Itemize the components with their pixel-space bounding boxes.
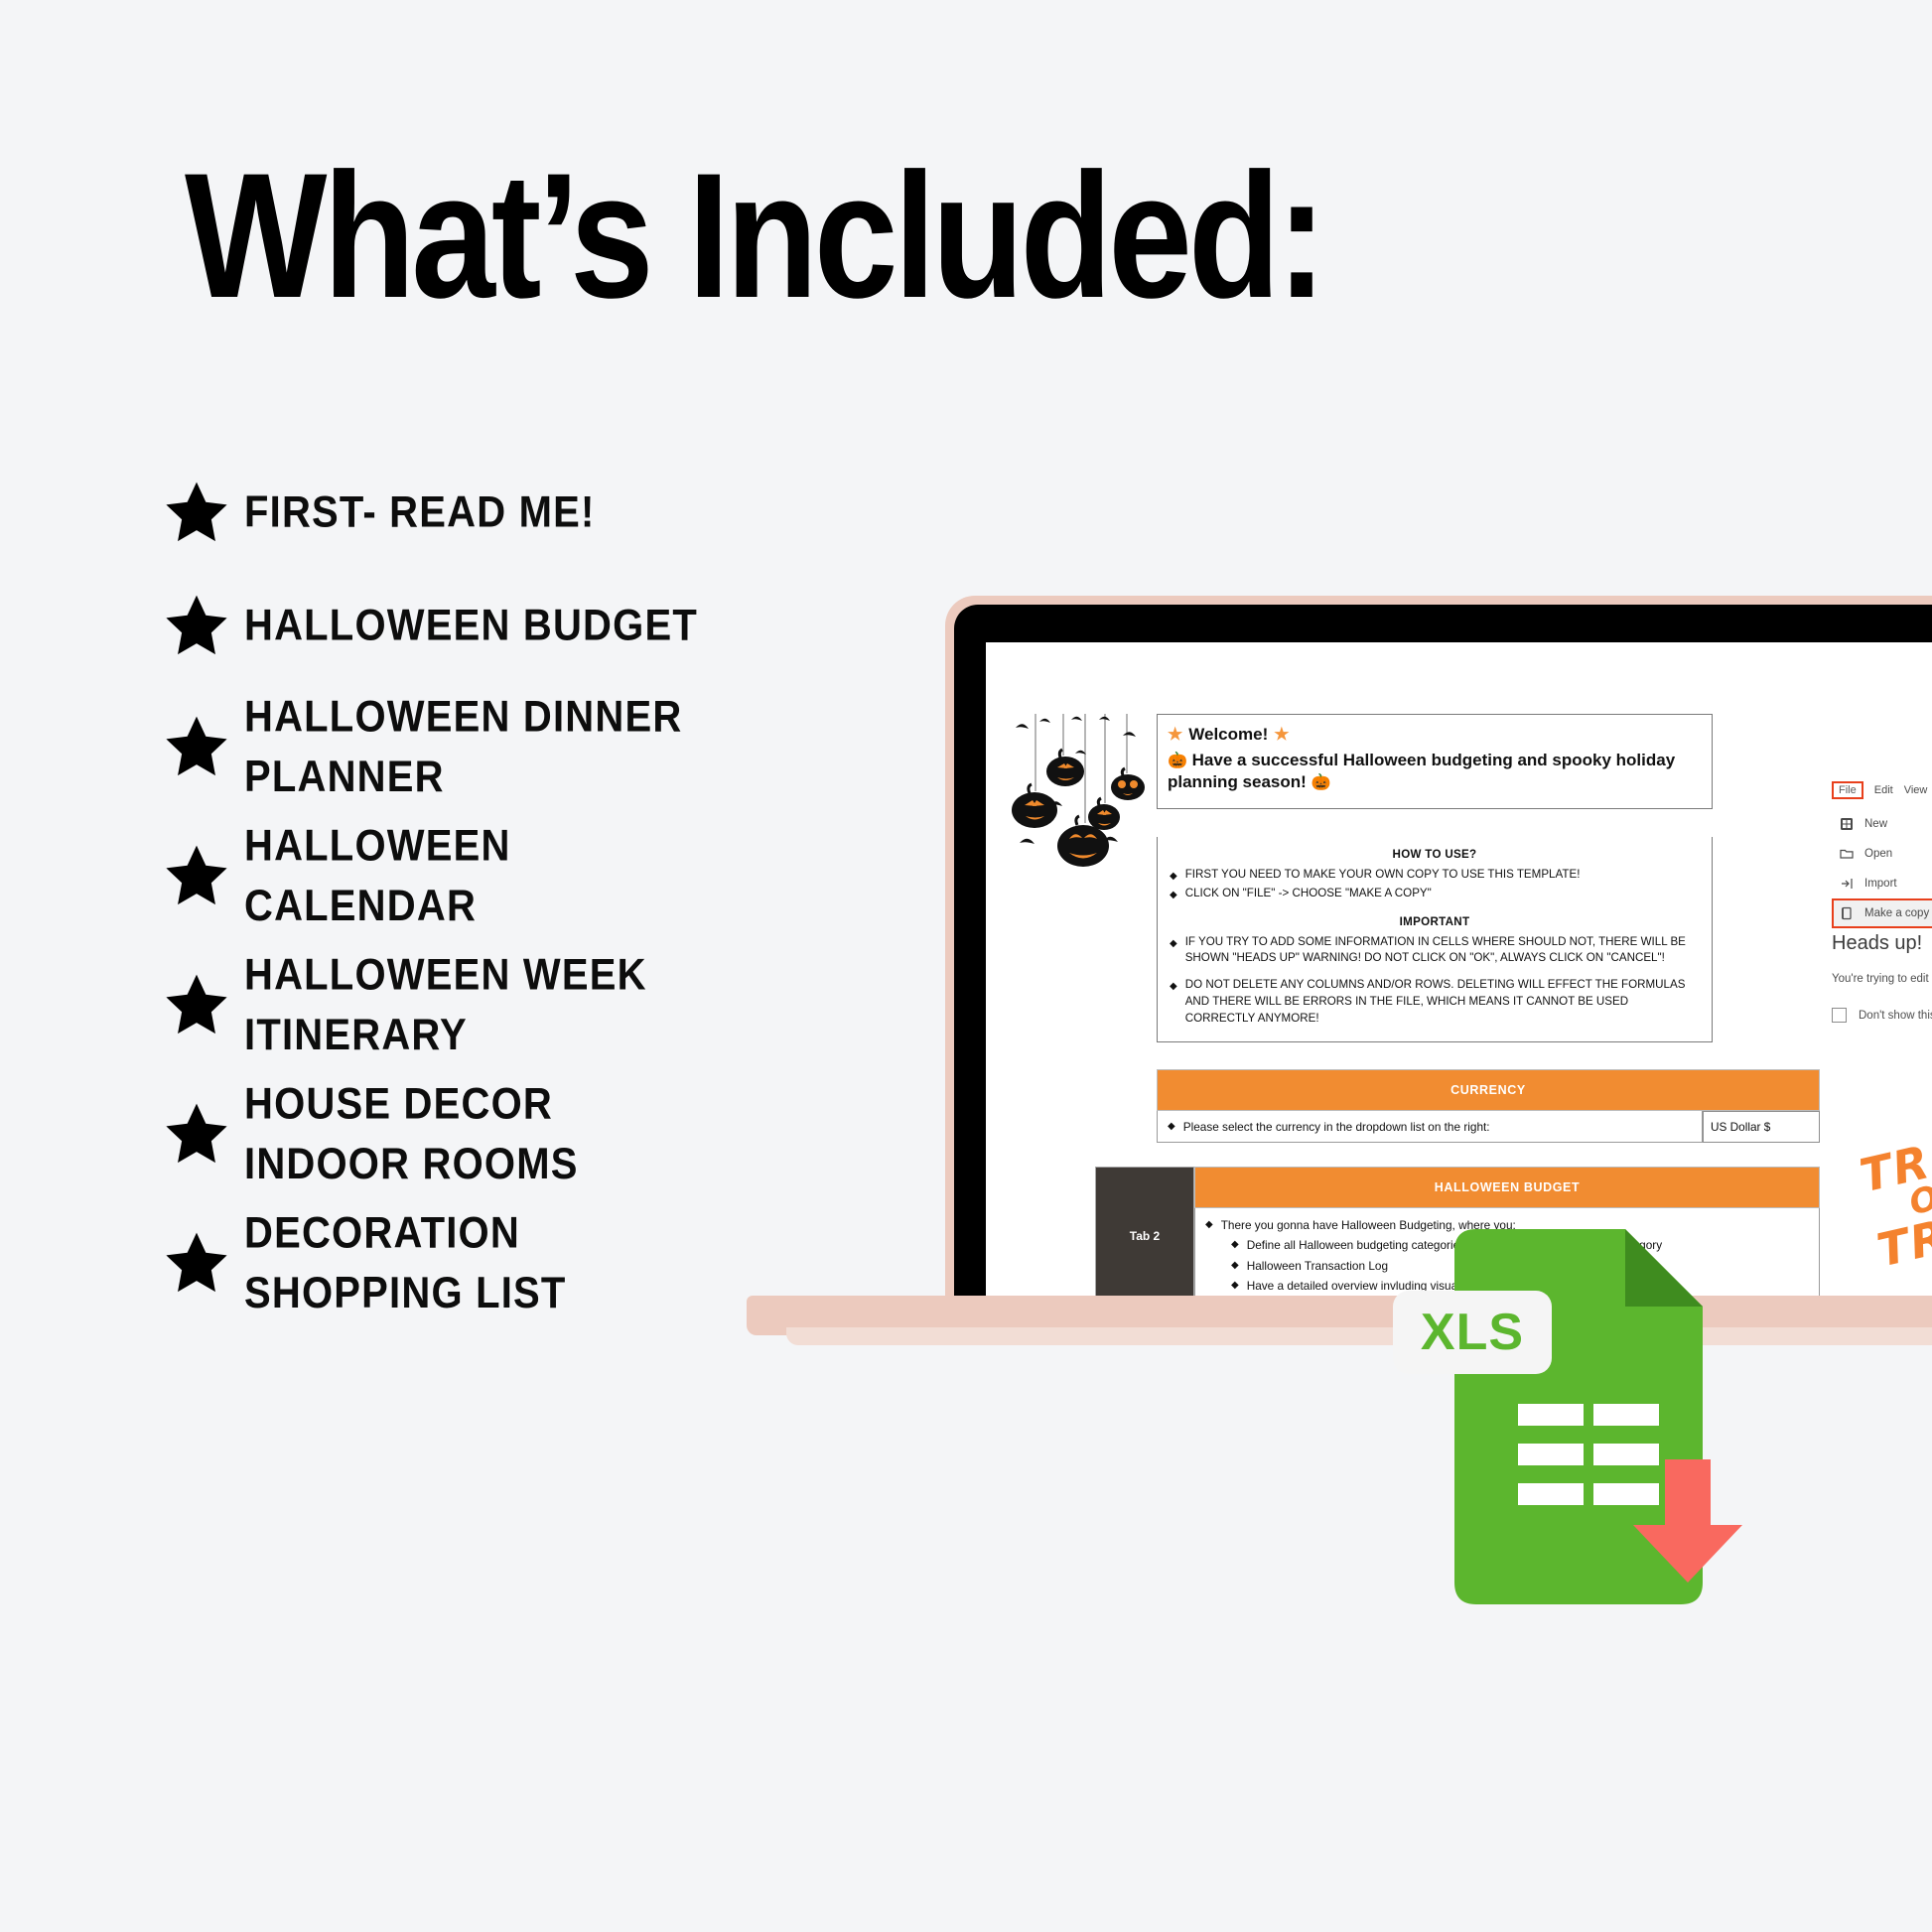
diamond-bullet-icon: ◆	[1170, 870, 1177, 882]
poster-canvas: What’s Included: FIRST- READ ME! HALLOWE…	[0, 0, 1932, 1932]
diamond-bullet-icon: ◆	[1231, 1239, 1239, 1251]
spreadsheet-view: ★ Welcome! ★ 🎃 Have a successful Hallowe…	[986, 642, 1932, 1296]
list-item-label: HOUSE DECOR INDOOR ROOMS	[244, 1079, 579, 1188]
trick-or-treat-graphic: TRICK OR TREAT	[1855, 1114, 1932, 1277]
list-item-label: HALLOWEEN DINNER PLANNER	[244, 692, 683, 801]
menu-item-view[interactable]: View	[1904, 784, 1928, 796]
important-item: DO NOT DELETE ANY COLUMNS AND/OR ROWS. D…	[1184, 978, 1686, 1025]
xls-download-icon: XLS	[1393, 1229, 1772, 1626]
diamond-bullet-icon: ◆	[1168, 1121, 1175, 1132]
hanging-pumpkins-icon	[1006, 714, 1150, 912]
laptop-mockup: ★ Welcome! ★ 🎃 Have a successful Hallowe…	[747, 596, 1932, 1350]
import-icon	[1840, 877, 1854, 891]
star-icon	[149, 712, 244, 781]
list-item-label: HALLOWEEN WEEK ITINERARY	[244, 950, 647, 1059]
menu-option-open[interactable]: Open	[1832, 839, 1932, 869]
currency-dropdown[interactable]: US Dollar $	[1703, 1111, 1820, 1143]
budget-bullet: Halloween Transaction Log	[1246, 1258, 1389, 1273]
pumpkin-icon: 🎃	[1311, 774, 1331, 792]
new-file-icon	[1840, 817, 1854, 831]
star-icon	[149, 591, 244, 660]
list-item: HALLOWEEN CALENDAR	[149, 821, 943, 930]
list-item: HALLOWEEN BUDGET	[149, 580, 943, 671]
diamond-bullet-icon: ◆	[1231, 1259, 1239, 1271]
diamond-bullet-icon: ◆	[1170, 889, 1177, 900]
folder-icon	[1840, 847, 1854, 861]
star-icon	[149, 478, 244, 547]
list-item-label: FIRST- READ ME!	[244, 487, 596, 537]
dialog-body: You're trying to edit part of this sheet…	[1832, 973, 1932, 985]
laptop-lid: ★ Welcome! ★ 🎃 Have a successful Hallowe…	[945, 596, 1932, 1296]
pumpkin-icon: 🎃	[1168, 753, 1187, 769]
menu-option-label: Open	[1864, 848, 1893, 860]
menu-item-edit[interactable]: Edit	[1874, 784, 1893, 796]
list-item: FIRST- READ ME!	[149, 467, 943, 558]
dialog-title: Heads up!	[1832, 932, 1923, 954]
welcome-cell: ★ Welcome! ★ 🎃 Have a successful Hallowe…	[1157, 714, 1713, 809]
star-icon	[149, 841, 244, 910]
star-icon	[149, 1099, 244, 1169]
how-to-item: FIRST YOU NEED TO MAKE YOUR OWN COPY TO …	[1184, 867, 1581, 881]
page-title: What’s Included:	[185, 136, 1326, 336]
currency-block: CURRENCY ◆ Please select the currency in…	[1157, 1069, 1820, 1143]
list-item-label: DECORATION SHOPPING LIST	[244, 1208, 567, 1317]
star-icon: ★	[1168, 725, 1183, 744]
diamond-bullet-icon: ◆	[1170, 937, 1177, 949]
dialog-checkbox[interactable]	[1832, 1008, 1847, 1024]
list-item: HOUSE DECOR INDOOR ROOMS	[149, 1079, 943, 1188]
list-item: HALLOWEEN DINNER PLANNER	[149, 692, 943, 801]
tab-label-2: Tab 2	[1095, 1167, 1194, 1296]
menu-option-label: Import	[1864, 878, 1897, 890]
copy-icon	[1840, 906, 1854, 920]
star-icon	[149, 970, 244, 1039]
list-item-label: HALLOWEEN CALENDAR	[244, 821, 511, 930]
menu-option-label: Make a copy	[1864, 907, 1930, 919]
how-to-use-cell: HOW TO USE? ◆ FIRST YOU NEED TO MAKE YOUR…	[1157, 837, 1713, 1042]
diamond-bullet-icon: ◆	[1205, 1219, 1213, 1230]
menu-option-import[interactable]: Import	[1832, 869, 1932, 898]
feature-list: FIRST- READ ME! HALLOWEEN BUDGET HALLOWE…	[149, 467, 943, 1338]
star-icon	[149, 1228, 244, 1298]
menu-option-make-a-copy[interactable]: Make a copy	[1832, 898, 1932, 928]
xls-badge: XLS	[1393, 1291, 1552, 1374]
diamond-bullet-icon: ◆	[1231, 1279, 1239, 1291]
important-item: IF YOU TRY TO ADD SOME INFORMATION IN CE…	[1184, 934, 1686, 965]
diamond-bullet-icon: ◆	[1170, 981, 1177, 993]
important-heading: IMPORTANT	[1399, 914, 1470, 928]
welcome-message: Have a successful Halloween budgeting an…	[1168, 751, 1676, 792]
menu-option-label: New	[1864, 818, 1888, 830]
menu-item-file[interactable]: File	[1832, 781, 1863, 799]
dialog-checkbox-label: Don't show this again for 5 minute	[1859, 1009, 1932, 1022]
menu-option-new[interactable]: New	[1832, 809, 1932, 839]
currency-header: CURRENCY	[1157, 1069, 1820, 1111]
currency-instruction: Please select the currency in the dropdo…	[1182, 1119, 1490, 1134]
menu-bar: File Edit View Insert Format Da	[1832, 781, 1932, 799]
laptop-bezel: ★ Welcome! ★ 🎃 Have a successful Hallowe…	[954, 605, 1932, 1296]
star-icon: ★	[1274, 725, 1290, 744]
laptop-screen: ★ Welcome! ★ 🎃 Have a successful Hallowe…	[986, 642, 1932, 1296]
welcome-title: Welcome!	[1188, 725, 1269, 744]
how-to-item: CLICK ON "FILE" -> CHOOSE "MAKE A COPY"	[1184, 886, 1432, 899]
list-item: HALLOWEEN WEEK ITINERARY	[149, 950, 943, 1059]
how-to-use-heading: HOW TO USE?	[1392, 848, 1477, 861]
heads-up-dialog: Heads up! You're trying to edit part of …	[1832, 932, 1932, 1024]
file-menu-panel: File Edit View Insert Format Da	[1832, 781, 1932, 928]
list-item-label: HALLOWEEN BUDGET	[244, 601, 698, 650]
budget-header: HALLOWEEN BUDGET	[1194, 1167, 1820, 1208]
